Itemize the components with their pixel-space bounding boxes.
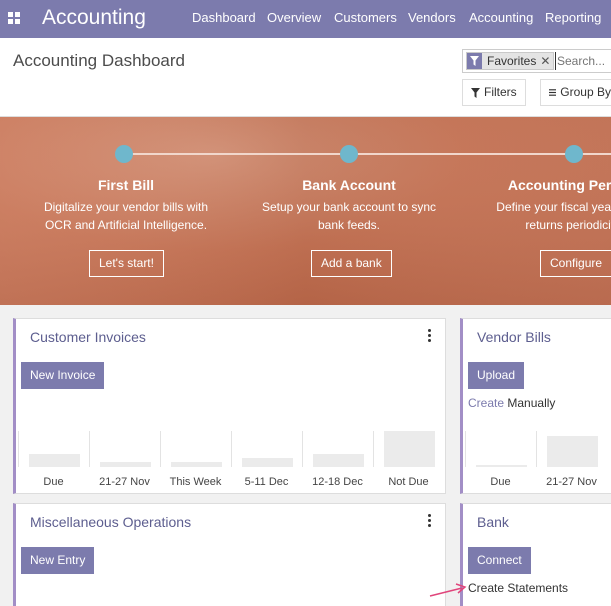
- step-desc-line2: bank feeds.: [317, 218, 381, 232]
- lets-start-button[interactable]: Let's start!: [89, 250, 164, 277]
- group-by-button[interactable]: Group By: [540, 79, 611, 106]
- nav-overview[interactable]: Overview: [267, 0, 321, 38]
- nav-customers[interactable]: Customers: [334, 0, 397, 38]
- add-a-bank-button[interactable]: Add a bank: [311, 250, 392, 277]
- step-title: Accounting Periods: [507, 177, 611, 193]
- graph-bar[interactable]: [384, 431, 435, 467]
- graph-label: 21-27 Nov: [99, 476, 150, 488]
- step-desc-line2: returns periodicity.: [525, 218, 611, 232]
- filter-funnel-icon: [467, 53, 482, 69]
- filters-button[interactable]: Filters: [462, 79, 526, 106]
- filters-label: Filters: [484, 85, 517, 99]
- nav-vendors[interactable]: Vendors: [408, 0, 456, 38]
- manually-link-text: Manually: [507, 396, 556, 410]
- upload-button[interactable]: Upload: [468, 362, 525, 389]
- graph-bar[interactable]: [242, 458, 293, 467]
- graph-column[interactable]: [18, 431, 89, 467]
- graph-column[interactable]: [302, 431, 373, 467]
- create-manually-link[interactable]: Create Manually: [468, 396, 555, 410]
- card-misc-operations: Miscellaneous Operations New Entry: [13, 503, 446, 606]
- graph-column[interactable]: [89, 431, 160, 467]
- step-desc-line1: Setup your bank account to sync: [261, 200, 437, 214]
- search-facet-favorites[interactable]: Favorites ✕: [466, 52, 555, 70]
- graph-column[interactable]: [536, 431, 607, 467]
- list-icon: [549, 89, 557, 96]
- graph-bar[interactable]: [476, 465, 527, 467]
- card-title[interactable]: Miscellaneous Operations: [30, 514, 191, 530]
- nav-reporting[interactable]: Reporting: [545, 0, 601, 38]
- apps-menu-icon[interactable]: [8, 12, 20, 24]
- card-title[interactable]: Customer Invoices: [30, 329, 146, 345]
- step-desc-line1: Define your fiscal years & tax: [496, 200, 611, 214]
- step-bank-account: Bank Account Setup your bank account to …: [239, 177, 459, 234]
- graph-label: This Week: [169, 476, 222, 488]
- graph-bar[interactable]: [547, 436, 598, 467]
- search-box: Favorites ✕: [462, 49, 611, 73]
- graph-bar[interactable]: [100, 462, 151, 467]
- step-title: First Bill: [97, 177, 154, 193]
- facet-close-icon[interactable]: ✕: [540, 53, 553, 69]
- card-customer-invoices: Customer Invoices New Invoice Due 21-27 N…: [13, 318, 446, 494]
- graph-label: Not Due: [388, 476, 429, 488]
- new-entry-button[interactable]: New Entry: [21, 547, 95, 574]
- nav-dashboard[interactable]: Dashboard: [192, 0, 256, 38]
- progress-line: [124, 153, 611, 155]
- card-title[interactable]: Bank: [477, 514, 509, 530]
- search-input[interactable]: [555, 52, 611, 70]
- connect-button[interactable]: Connect: [468, 547, 531, 574]
- top-navbar: Accounting Dashboard Overview Customers …: [0, 0, 611, 38]
- new-invoice-button[interactable]: New Invoice: [21, 362, 105, 389]
- annotation-arrow-icon: [429, 583, 467, 597]
- graph-label: 21-27 Nov: [546, 476, 597, 488]
- step-dot-first-bill: [115, 145, 133, 163]
- graph-label: Due: [43, 476, 64, 488]
- step-desc-line2: OCR and Artificial Intelligence.: [44, 218, 208, 232]
- graph-column[interactable]: [373, 431, 444, 467]
- step-desc-line1: Digitalize your vendor bills with: [43, 200, 209, 214]
- step-title: Bank Account: [302, 177, 396, 193]
- facet-label: Favorites: [487, 54, 537, 68]
- configure-button[interactable]: Configure: [540, 250, 611, 277]
- group-by-label: Group By: [560, 85, 611, 99]
- step-dot-accounting-periods: [565, 145, 583, 163]
- graph-bar[interactable]: [171, 462, 222, 467]
- graph-label: 5-11 Dec: [244, 476, 289, 488]
- control-panel: Accounting Dashboard Favorites ✕ Filters…: [0, 38, 611, 117]
- page-title: Accounting Dashboard: [13, 51, 186, 70]
- app-brand[interactable]: Accounting: [42, 5, 146, 31]
- card-title[interactable]: Vendor Bills: [477, 329, 551, 345]
- card-bank: Bank Connect Create Statements: [460, 503, 611, 606]
- step-accounting-periods: Accounting Periods Define your fiscal ye…: [464, 177, 611, 234]
- card-menu-icon[interactable]: [428, 514, 432, 529]
- graph-column[interactable]: [465, 431, 536, 467]
- step-dot-bank-account: [340, 145, 358, 163]
- create-link-text: Create: [468, 396, 505, 410]
- card-menu-icon[interactable]: [428, 329, 432, 344]
- graph-column[interactable]: [160, 431, 231, 467]
- graph-label: 12-18 Dec: [312, 476, 363, 488]
- nav-accounting[interactable]: Accounting: [469, 0, 533, 38]
- filter-icon: [471, 87, 480, 98]
- step-first-bill: First Bill Digitalize your vendor bills …: [16, 177, 236, 234]
- card-vendor-bills: Vendor Bills Upload Create Manually Due 2…: [460, 318, 611, 494]
- graph-label: Due: [490, 476, 511, 488]
- graph-column[interactable]: [231, 431, 302, 467]
- graph-bar[interactable]: [313, 454, 364, 467]
- graph-bar[interactable]: [29, 454, 80, 467]
- create-statements-link[interactable]: Create Statements: [468, 581, 568, 595]
- onboarding-banner: First Bill Digitalize your vendor bills …: [0, 117, 611, 305]
